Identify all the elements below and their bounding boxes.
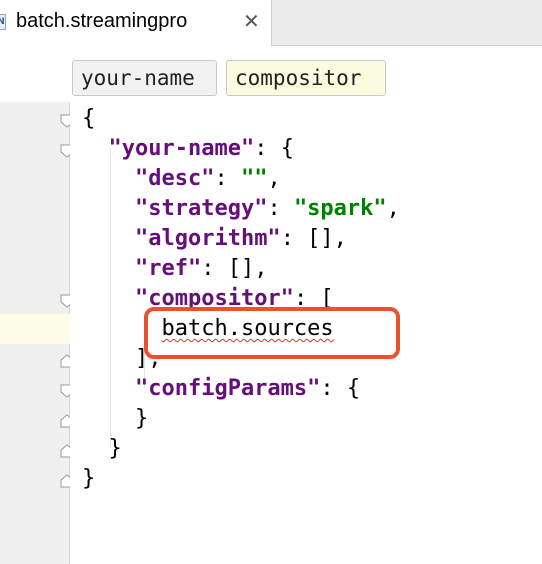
- code-line-11: }: [134, 406, 149, 431]
- file-type-icon: N: [0, 14, 6, 30]
- file-tab-title[interactable]: batch.streamingpro: [16, 10, 187, 33]
- code-line-10: "configParams": {: [134, 376, 361, 401]
- code-line-13: }: [82, 466, 96, 491]
- breadcrumb-item-compositor[interactable]: compositor: [226, 60, 386, 96]
- json-key: "strategy": [134, 196, 268, 221]
- file-tab[interactable]: N batch.streamingpro ✕: [0, 0, 272, 46]
- close-icon[interactable]: ✕: [243, 9, 260, 33]
- annotation-highlight-box: [144, 307, 400, 359]
- json-string: "": [240, 166, 268, 191]
- editor-tab-bar: N batch.streamingpro ✕: [0, 0, 542, 46]
- breadcrumb-item-your-name[interactable]: your-name: [72, 60, 217, 96]
- code-line-6: "ref": [],: [134, 256, 268, 281]
- code-line-2: "your-name": {: [108, 136, 294, 161]
- breadcrumb: your-name compositor: [0, 46, 542, 102]
- code-line-5: "algorithm": [],: [134, 226, 347, 251]
- json-key: "your-name": [108, 136, 255, 161]
- code-line-3: "desc": "",: [134, 166, 281, 191]
- code-line-1: {: [82, 106, 96, 131]
- code-line-4: "strategy": "spark",: [134, 196, 400, 221]
- json-key: "algorithm": [134, 226, 281, 251]
- json-key: "desc": [134, 166, 215, 191]
- json-key: "configParams": [134, 376, 321, 401]
- json-string: "spark": [293, 196, 387, 221]
- code-line-12: }: [108, 436, 122, 461]
- json-key: "ref": [134, 256, 202, 281]
